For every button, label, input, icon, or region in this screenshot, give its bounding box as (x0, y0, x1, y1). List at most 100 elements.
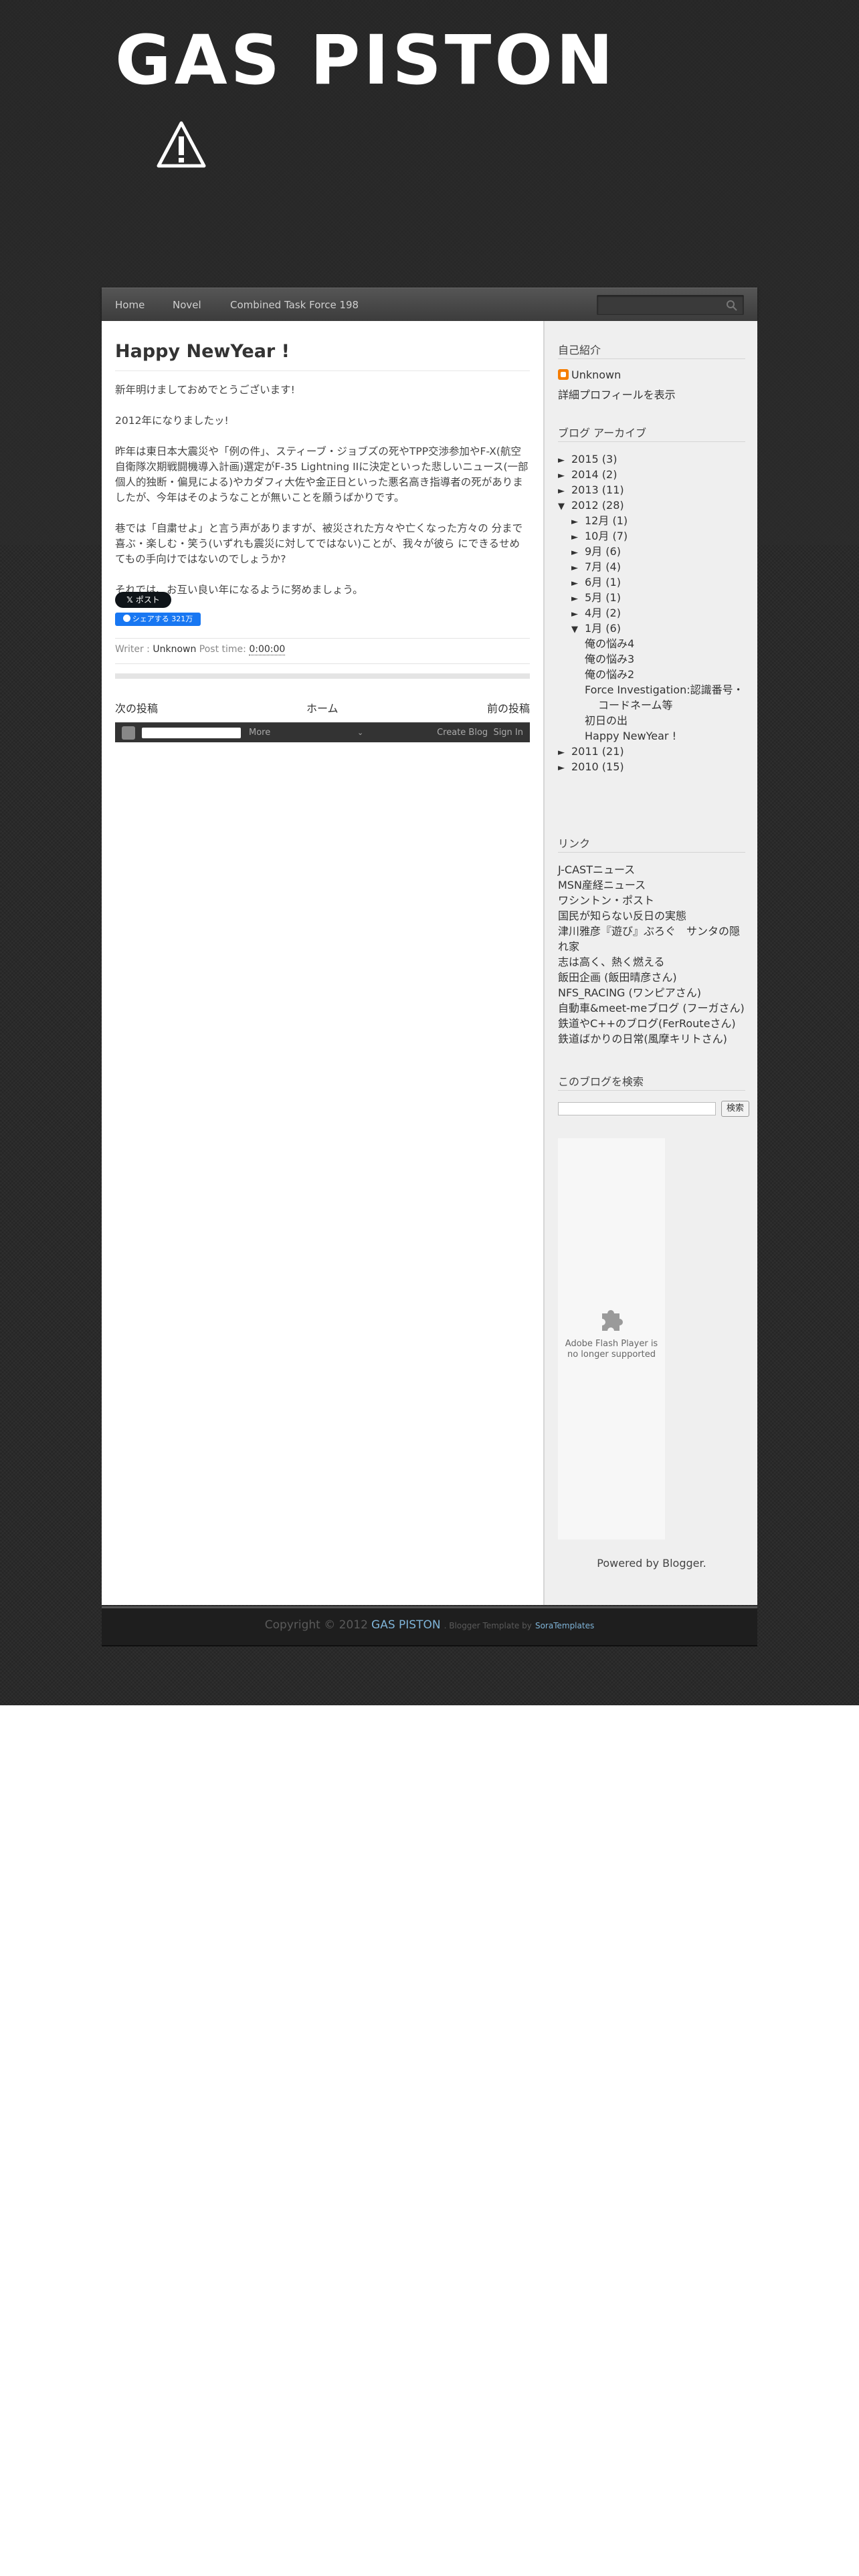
site-title[interactable]: GAS PISTON (115, 27, 616, 95)
powered-by-blogger[interactable]: Powered by Blogger. (545, 1557, 759, 1570)
collapsed-triangle-icon[interactable]: ► (571, 530, 585, 545)
sidebar-link[interactable]: れ家 (558, 940, 579, 954)
blog-search-button[interactable]: 検索 (721, 1101, 749, 1117)
archive-period-item[interactable]: ► 10月 (7) (571, 529, 628, 545)
sign-in-link[interactable]: Sign In (493, 728, 523, 738)
sidebar-link[interactable]: 鉄道やC++のブログ(FerRouteさん) (558, 1016, 736, 1031)
collapsed-triangle-icon[interactable]: ► (558, 761, 571, 776)
archive-label[interactable]: 俺の悩み3 (585, 653, 634, 665)
archive-period-item[interactable]: ► 2013 (11) (558, 483, 624, 499)
archive-label[interactable]: 4月 (2) (585, 607, 621, 619)
sidebar-link[interactable]: MSN産経ニュース (558, 878, 646, 893)
collapsed-triangle-icon[interactable]: ► (571, 546, 585, 560)
sidebar-link[interactable]: 自動車&meet-meブログ (フーガさん) (558, 1001, 745, 1016)
post-author[interactable]: Unknown (153, 644, 196, 655)
archive-label[interactable]: コードネーム等 (598, 699, 673, 712)
archive-period-item[interactable]: ► 2015 (3) (558, 452, 617, 468)
nav-combined-task-force[interactable]: Combined Task Force 198 (230, 288, 359, 322)
archive-period-item[interactable]: ► 12月 (1) (571, 514, 628, 530)
collapsed-triangle-icon[interactable]: ► (558, 469, 571, 484)
archive-post-link[interactable]: Force Investigation:認識番号・ (585, 683, 744, 697)
post-paragraph: 新年明けましておめでとうございます! (115, 384, 295, 396)
archive-period-item[interactable]: ▼ 2012 (28) (558, 498, 624, 514)
blogger-logo-icon[interactable] (122, 726, 135, 740)
sidebar-link[interactable]: 国民が知らない反日の実態 (558, 909, 686, 924)
footer-copyright: Copyright © 2012 GAS PISTON . Blogger Te… (264, 1618, 595, 1632)
archive-label[interactable]: 2015 (3) (571, 453, 617, 465)
blogger-more-menu[interactable]: More (249, 723, 270, 743)
archive-label[interactable]: 9月 (6) (585, 545, 621, 558)
nav-search-input[interactable] (597, 295, 744, 315)
heading-rule (558, 358, 745, 359)
archive-label[interactable]: 2012 (28) (571, 499, 624, 512)
soratemplates-link[interactable]: SoraTemplates (535, 1621, 594, 1630)
archive-label[interactable]: Happy NewYear ! (585, 730, 676, 742)
post-title[interactable]: Happy NewYear ! (115, 341, 290, 362)
archive-period-item[interactable]: ► 4月 (2) (571, 606, 621, 622)
chevron-down-icon[interactable]: ⌄ (357, 723, 363, 743)
archive-period-item[interactable]: ► 2014 (2) (558, 467, 617, 484)
sidebar-link[interactable]: 飯田企画 (飯田晴彦さん) (558, 970, 677, 985)
create-blog-link[interactable]: Create Blog (437, 728, 488, 738)
archive-label[interactable]: 1月 (6) (585, 622, 621, 635)
archive-period-item[interactable]: ► 2010 (15) (558, 760, 624, 776)
collapsed-triangle-icon[interactable]: ► (558, 746, 571, 760)
post-paragraph: 巷では「自粛せよ」と言う声がありますが、被災された方々や亡くなった方々の 分まで… (115, 522, 523, 565)
collapsed-triangle-icon[interactable]: ► (571, 592, 585, 607)
archive-post-link[interactable]: Happy NewYear ! (585, 729, 676, 744)
archive-label[interactable]: 2013 (11) (571, 484, 624, 496)
archive-label[interactable]: 12月 (1) (585, 514, 628, 527)
archive-post-link[interactable]: 俺の悩み3 (585, 652, 634, 667)
sidebar-link[interactable]: ワシントン・ポスト (558, 893, 654, 908)
x-post-button[interactable]: 𝕏 ポスト (115, 592, 171, 608)
archive-label[interactable]: 初日の出 (585, 714, 628, 727)
nav-home[interactable]: Home (115, 288, 145, 322)
archive-label[interactable]: 俺の悩み2 (585, 668, 634, 681)
archive-post-link[interactable]: コードネーム等 (598, 698, 673, 713)
archive-label[interactable]: 2014 (2) (571, 468, 617, 481)
profile-details-link[interactable]: 詳細プロフィールを表示 (558, 388, 676, 403)
archive-label[interactable]: 2011 (21) (571, 745, 624, 758)
facebook-share-button[interactable]: シェアする 321万 (115, 613, 201, 626)
collapsed-triangle-icon[interactable]: ► (558, 453, 571, 468)
collapsed-triangle-icon[interactable]: ► (571, 576, 585, 591)
archive-label[interactable]: 10月 (7) (585, 530, 628, 542)
post-time[interactable]: 0:00:00 (249, 644, 286, 655)
archive-period-item[interactable]: ► 7月 (4) (571, 560, 621, 576)
blog-search-input[interactable] (558, 1102, 716, 1115)
newer-post-link[interactable]: 次の投稿 (115, 700, 158, 716)
archive-period-item[interactable]: ► 9月 (6) (571, 544, 621, 560)
archive-label[interactable]: 5月 (1) (585, 591, 621, 604)
archive-period-item[interactable]: ▼ 1月 (6) (571, 621, 621, 637)
archive-post-link[interactable]: 俺の悩み4 (585, 637, 634, 651)
archive-period-item[interactable]: ► 2011 (21) (558, 744, 624, 760)
sidebar-link[interactable]: NFS_RACING (ワンピアさん) (558, 986, 701, 1000)
profile-name-link[interactable]: Unknown (571, 368, 621, 381)
older-post-link[interactable]: 前の投稿 (487, 700, 530, 716)
collapsed-triangle-icon[interactable]: ► (571, 607, 585, 622)
archive-label[interactable]: Force Investigation:認識番号・ (585, 683, 744, 696)
footer-site-link[interactable]: GAS PISTON (371, 1618, 441, 1632)
search-icon[interactable] (726, 300, 738, 312)
blogger-search-input[interactable] (142, 728, 241, 738)
archive-post-link[interactable]: 初日の出 (585, 714, 628, 728)
archive-post-link[interactable]: 俺の悩み2 (585, 667, 634, 682)
collapsed-triangle-icon[interactable]: ► (558, 484, 571, 499)
archive-label[interactable]: 俺の悩み4 (585, 637, 634, 650)
archive-label[interactable]: 7月 (4) (585, 560, 621, 573)
sidebar-link[interactable]: 志は高く、熱く燃える (558, 955, 665, 970)
sidebar-link[interactable]: J-CASTニュース (558, 863, 635, 877)
collapsed-triangle-icon[interactable]: ► (571, 515, 585, 530)
home-link[interactable]: ホーム (306, 700, 339, 716)
expanded-triangle-icon[interactable]: ▼ (571, 623, 585, 637)
sidebar-link[interactable]: 津川雅彦『遊び』ぶろぐ サンタの隠 (558, 924, 740, 939)
archive-period-item[interactable]: ► 5月 (1) (571, 591, 621, 607)
archive-period-item[interactable]: ► 6月 (1) (571, 575, 621, 591)
archive-label[interactable]: 6月 (1) (585, 576, 621, 588)
nav-novel[interactable]: Novel (173, 288, 201, 322)
collapsed-triangle-icon[interactable]: ► (571, 561, 585, 576)
expanded-triangle-icon[interactable]: ▼ (558, 500, 571, 514)
archive-label[interactable]: 2010 (15) (571, 760, 624, 773)
main-navbar: Home Novel Combined Task Force 198 (102, 288, 757, 321)
sidebar-link[interactable]: 鉄道ばかりの日常(風摩キリトさん) (558, 1032, 727, 1047)
